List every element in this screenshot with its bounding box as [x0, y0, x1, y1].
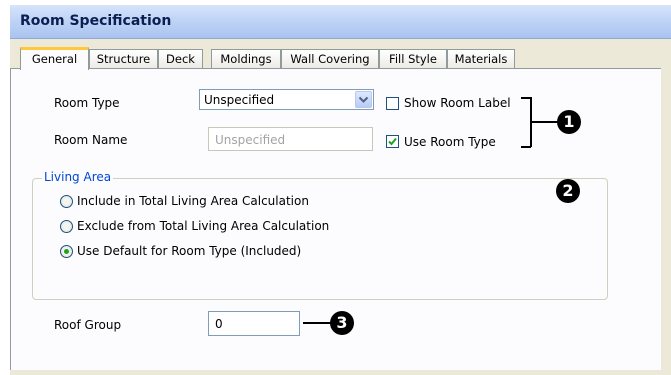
tab-general[interactable]: General: [20, 47, 89, 70]
roof-group-value: 0: [215, 317, 223, 331]
room-name-value: Unspecified: [215, 133, 286, 147]
exclude-living-area-radio[interactable]: [60, 220, 73, 233]
checkmark-icon: [388, 137, 397, 146]
tab-wall-covering[interactable]: Wall Covering: [281, 49, 379, 68]
use-room-type-text: Use Room Type: [404, 135, 496, 149]
radio-selected-dot: [64, 249, 69, 254]
tab-moldings[interactable]: Moldings: [211, 49, 281, 68]
callout-2: 2: [556, 179, 580, 203]
tab-materials[interactable]: Materials: [447, 49, 515, 68]
use-default-living-area-label: Use Default for Room Type (Included): [77, 244, 302, 258]
room-type-label: Room Type: [54, 96, 120, 110]
callout-1: 1: [557, 110, 581, 134]
include-living-area-label: Include in Total Living Area Calculation: [77, 194, 309, 208]
show-room-label-text: Show Room Label: [404, 96, 511, 110]
roof-group-field[interactable]: 0: [208, 311, 300, 336]
room-name-field[interactable]: Unspecified: [208, 127, 373, 151]
title-bar[interactable]: Room Specification: [10, 5, 671, 39]
tab-deck[interactable]: Deck: [158, 49, 203, 68]
roof-group-label: Roof Group: [54, 318, 122, 332]
tab-structure[interactable]: Structure: [89, 49, 158, 68]
include-living-area-radio[interactable]: [60, 195, 73, 208]
use-default-living-area-radio[interactable]: [60, 245, 73, 258]
callout-1-bracket-bottom: [521, 146, 531, 148]
room-type-value: Unspecified: [204, 93, 275, 107]
callout-3: 3: [330, 311, 354, 335]
callout-1-leader: [530, 121, 558, 123]
use-room-type-checkbox[interactable]: [386, 135, 399, 148]
exclude-living-area-label: Exclude from Total Living Area Calculati…: [77, 219, 330, 233]
tab-fill-style[interactable]: Fill Style: [379, 49, 447, 68]
living-area-title: Living Area: [42, 170, 114, 184]
dialog-title: Room Specification: [20, 13, 172, 29]
chevron-down-icon[interactable]: [355, 91, 372, 108]
show-room-label-checkbox[interactable]: [386, 97, 399, 110]
room-name-label: Room Name: [54, 133, 128, 147]
room-type-select[interactable]: Unspecified: [199, 89, 374, 110]
callout-3-leader: [303, 322, 333, 324]
